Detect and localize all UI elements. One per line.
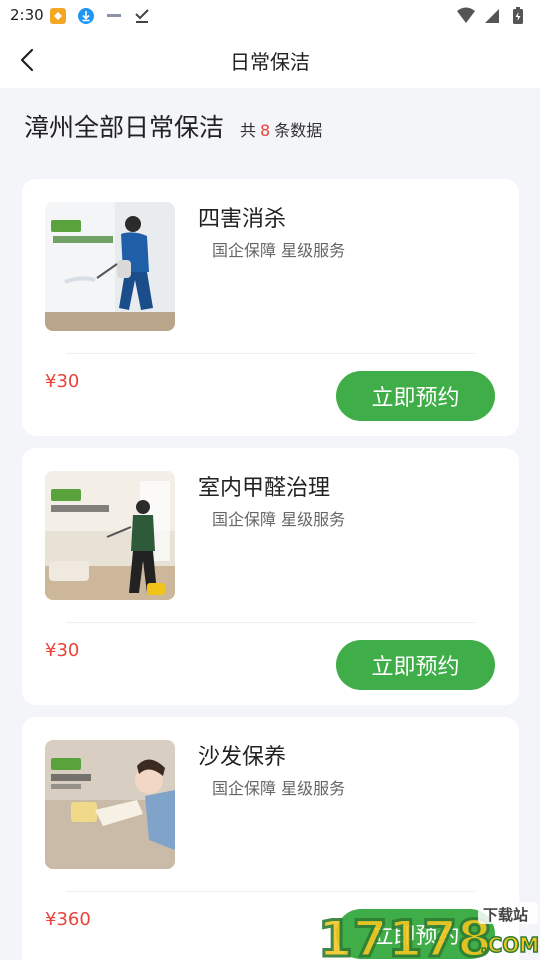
service-card[interactable]: 四害消杀 国企保障 星级服务 ¥30 立即预约 <box>22 179 519 436</box>
service-price: ¥30 <box>45 371 80 392</box>
taobao-app-icon <box>48 6 68 26</box>
battery-icon <box>508 6 528 26</box>
service-price: ¥30 <box>45 640 80 661</box>
check-icon <box>132 6 152 26</box>
count-suffix: 条数据 <box>274 121 323 140</box>
service-card[interactable]: 室内甲醛治理 国企保障 星级服务 ¥30 立即预约 <box>22 448 519 705</box>
service-thumbnail <box>45 740 175 869</box>
service-price: ¥360 <box>45 909 91 930</box>
page-title: 日常保洁 <box>230 50 310 74</box>
notification-icons <box>48 6 152 26</box>
list-title: 漳州全部日常保洁 <box>24 113 225 142</box>
svg-text:17178: 17178 <box>318 910 492 960</box>
system-status-icons <box>456 6 528 26</box>
status-bar: 2:30 <box>0 0 540 32</box>
book-now-button[interactable]: 立即预约 <box>336 371 495 421</box>
count-prefix: 共 <box>240 121 257 140</box>
service-tags: 国企保障 星级服务 <box>212 241 346 260</box>
card-divider <box>66 353 475 354</box>
app-notification-icon <box>104 6 124 26</box>
service-tags: 国企保障 星级服务 <box>212 510 346 529</box>
book-now-button[interactable]: 立即预约 <box>336 640 495 690</box>
nav-bar: 日常保洁 <box>0 32 540 88</box>
service-thumbnail <box>45 471 175 600</box>
wifi-icon <box>456 6 476 26</box>
result-count: 共 8 条数据 <box>240 117 322 141</box>
service-name: 室内甲醛治理 <box>198 476 331 501</box>
status-time: 2:30 <box>10 6 44 24</box>
count-number: 8 <box>260 121 271 140</box>
svg-text:.COM: .COM <box>480 933 539 957</box>
service-tags: 国企保障 星级服务 <box>212 779 346 798</box>
download-icon <box>76 6 96 26</box>
site-watermark-logo: 17178 下载站 .COM <box>317 900 540 960</box>
service-name: 四害消杀 <box>198 207 287 232</box>
card-divider <box>66 891 475 892</box>
service-name: 沙发保养 <box>198 745 287 770</box>
list-header: 漳州全部日常保洁 共 8 条数据 <box>24 108 322 144</box>
service-thumbnail <box>45 202 175 331</box>
svg-text:下载站: 下载站 <box>483 906 528 924</box>
card-divider <box>66 622 475 623</box>
signal-icon <box>482 6 502 26</box>
